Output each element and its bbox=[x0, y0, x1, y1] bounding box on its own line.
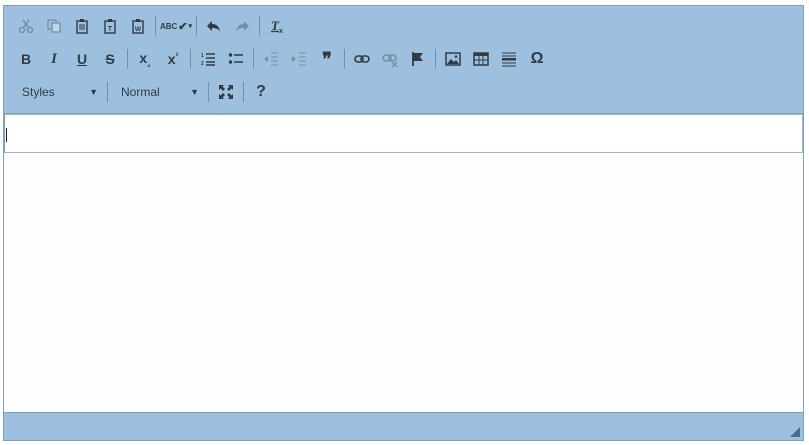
redo-icon bbox=[236, 21, 249, 31]
bulleted-list-button[interactable] bbox=[222, 47, 250, 71]
chevron-down-icon: ▾ bbox=[188, 23, 193, 30]
cut-icon bbox=[18, 19, 34, 34]
toolbar-row-clipboard: T W ABC ✔ ▾ Tx bbox=[12, 13, 291, 39]
undo-button[interactable] bbox=[200, 14, 228, 38]
table-icon bbox=[473, 52, 489, 66]
toolbar-separator bbox=[435, 49, 436, 69]
svg-text:1: 1 bbox=[201, 53, 204, 59]
toolbar-separator bbox=[155, 16, 156, 36]
superscript-marker: ² bbox=[175, 51, 179, 61]
toolbar-row-styles: Styles ▼ Normal ▼ ? bbox=[12, 79, 275, 105]
table-button[interactable] bbox=[467, 47, 495, 71]
strike-icon: S bbox=[105, 51, 115, 67]
paste-text-button[interactable]: T bbox=[96, 14, 124, 38]
bold-icon: B bbox=[20, 51, 32, 67]
svg-text:x: x bbox=[279, 28, 283, 34]
blockquote-button[interactable]: ❞ bbox=[313, 47, 341, 71]
maximize-icon bbox=[219, 85, 233, 99]
subscript-icon: x₂ bbox=[139, 50, 150, 69]
image-button[interactable] bbox=[439, 47, 467, 71]
format-dropdown[interactable]: Normal ▼ bbox=[111, 80, 205, 104]
indent-icon bbox=[292, 52, 306, 66]
unlink-button[interactable] bbox=[376, 47, 404, 71]
help-icon: ? bbox=[256, 83, 266, 100]
rich-text-editor: T W ABC ✔ ▾ Tx B I U S x₂ x² 1 2 ❞ Ω Sty… bbox=[3, 5, 804, 441]
paste-icon bbox=[76, 19, 88, 34]
blockquote-icon: ❞ bbox=[322, 48, 332, 69]
toolbar-separator bbox=[208, 82, 209, 102]
numbered-list-icon: 12 bbox=[201, 53, 215, 67]
strike-button[interactable]: S bbox=[96, 47, 124, 71]
numbered-list-button[interactable]: 12 bbox=[194, 47, 222, 71]
help-button[interactable]: ? bbox=[247, 80, 275, 104]
underline-button[interactable]: U bbox=[68, 47, 96, 71]
svg-text:2: 2 bbox=[201, 61, 204, 67]
toolbar-row-basic-styles: B I U S x₂ x² 12 ❞ Ω bbox=[12, 46, 551, 72]
maximize-button[interactable] bbox=[212, 80, 240, 104]
remove-format-button[interactable]: Tx bbox=[263, 14, 291, 38]
redo-button[interactable] bbox=[228, 14, 256, 38]
toolbar-separator bbox=[259, 16, 260, 36]
superscript-icon: x² bbox=[168, 51, 178, 67]
cut-button[interactable] bbox=[12, 14, 40, 38]
bold-button[interactable]: B bbox=[12, 47, 40, 71]
outdent-button[interactable] bbox=[257, 47, 285, 71]
superscript-button[interactable]: x² bbox=[159, 47, 187, 71]
outdent-icon bbox=[264, 52, 278, 66]
spellcheck-label: ABC bbox=[159, 21, 178, 31]
editor-first-paragraph[interactable] bbox=[4, 114, 803, 153]
svg-text:W: W bbox=[135, 26, 142, 33]
editor-status-bar bbox=[4, 412, 803, 440]
checkmark-icon: ✔ bbox=[178, 20, 188, 33]
horizontal-rule-icon bbox=[502, 52, 516, 67]
chevron-down-icon: ▼ bbox=[190, 87, 199, 97]
paste-text-icon: T bbox=[104, 19, 116, 34]
editor-toolbar: T W ABC ✔ ▾ Tx B I U S x₂ x² 1 2 ❞ Ω Sty… bbox=[4, 6, 803, 112]
resize-grip-icon[interactable] bbox=[790, 427, 800, 437]
link-button[interactable] bbox=[348, 47, 376, 71]
paste-word-icon: W bbox=[132, 19, 144, 34]
spellcheck-icon: ABC ✔ ▾ bbox=[160, 20, 192, 33]
paste-from-word-button[interactable]: W bbox=[124, 14, 152, 38]
spellcheck-button[interactable]: ABC ✔ ▾ bbox=[159, 14, 193, 38]
svg-text:T: T bbox=[108, 26, 113, 33]
underline-icon: U bbox=[76, 51, 88, 67]
special-char-button[interactable]: Ω bbox=[523, 47, 551, 71]
styles-dropdown-label: Styles bbox=[22, 85, 55, 99]
bulleted-list-icon bbox=[228, 53, 243, 64]
editor-content-area[interactable] bbox=[4, 113, 803, 415]
toolbar-separator bbox=[243, 82, 244, 102]
subscript-button[interactable]: x₂ bbox=[131, 47, 159, 71]
toolbar-separator bbox=[127, 49, 128, 69]
format-dropdown-value: Normal bbox=[121, 85, 160, 99]
superscript-glyph: x bbox=[167, 51, 176, 67]
toolbar-separator bbox=[107, 82, 108, 102]
paste-button[interactable] bbox=[68, 14, 96, 38]
copy-button[interactable] bbox=[40, 14, 68, 38]
anchor-button[interactable] bbox=[404, 47, 432, 71]
subscript-marker: ₂ bbox=[147, 59, 151, 69]
horizontal-rule-button[interactable] bbox=[495, 47, 523, 71]
remove-format-icon: Tx bbox=[271, 18, 283, 34]
italic-button[interactable]: I bbox=[40, 47, 68, 71]
image-icon bbox=[445, 52, 461, 66]
subscript-glyph: x bbox=[139, 49, 148, 66]
link-icon bbox=[354, 55, 370, 63]
toolbar-separator bbox=[344, 49, 345, 69]
italic-icon: I bbox=[51, 50, 57, 67]
toolbar-separator bbox=[196, 16, 197, 36]
anchor-icon bbox=[412, 52, 423, 66]
copy-icon bbox=[47, 19, 61, 33]
special-char-icon: Ω bbox=[530, 50, 544, 67]
indent-button[interactable] bbox=[285, 47, 313, 71]
styles-dropdown[interactable]: Styles ▼ bbox=[12, 80, 104, 104]
toolbar-separator bbox=[253, 49, 254, 69]
toolbar-separator bbox=[190, 49, 191, 69]
unlink-icon bbox=[382, 54, 398, 67]
undo-icon bbox=[207, 21, 220, 31]
chevron-down-icon: ▼ bbox=[89, 87, 98, 97]
text-caret bbox=[6, 128, 7, 142]
